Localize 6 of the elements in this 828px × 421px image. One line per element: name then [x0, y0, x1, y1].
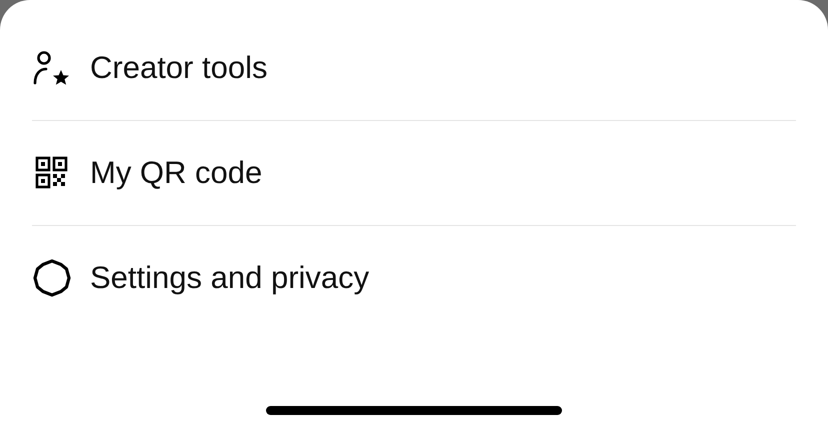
menu-item[interactable]: Settings and privacy	[32, 226, 796, 330]
person-star-icon	[32, 50, 72, 86]
menu-item[interactable]: My QR code	[32, 121, 796, 225]
menu-item[interactable]: Creator tools	[32, 16, 796, 120]
qr-code-icon	[34, 155, 70, 191]
settings-icon	[32, 258, 72, 298]
